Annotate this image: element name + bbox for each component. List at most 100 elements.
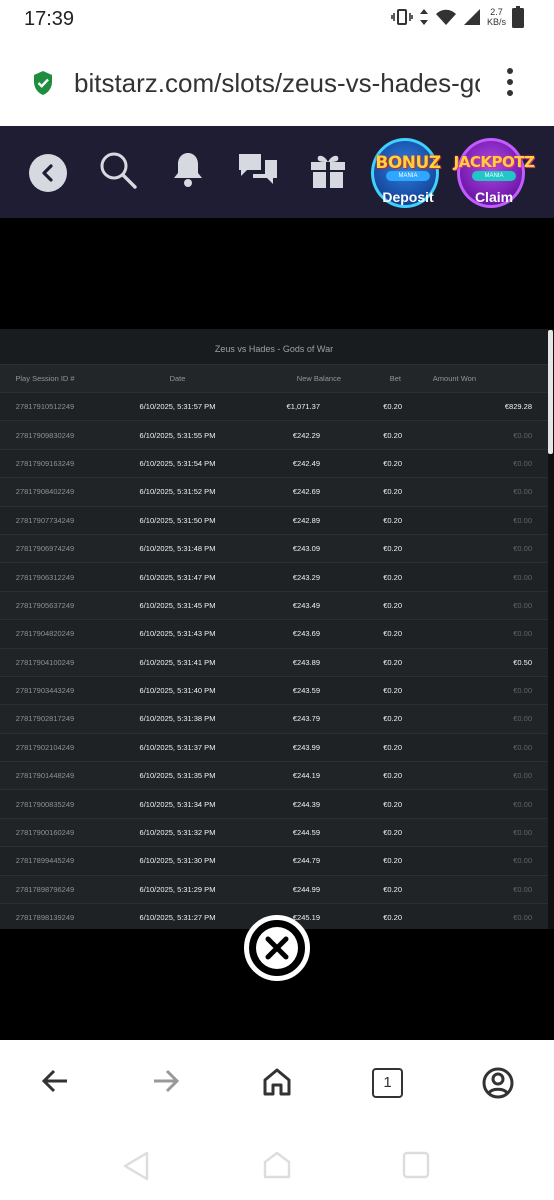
table-row: 27817900835249 6/10/2025, 5:31:34 PM €244.…	[0, 789, 548, 818]
browser-account-button[interactable]	[481, 1066, 515, 1105]
cell-date: 6/10/2025, 5:31:47 PM	[139, 572, 216, 582]
browser-home-button[interactable]	[261, 1066, 293, 1103]
cell-amount-won: €0.00	[513, 714, 532, 724]
secure-lock-icon[interactable]	[32, 70, 54, 101]
table-row: 27817908402249 6/10/2025, 5:31:52 PM €242.…	[0, 477, 548, 506]
cell-bet: €0.20	[383, 686, 402, 696]
cell-amount-won: €0.00	[513, 629, 532, 639]
cell-balance: €244.99	[292, 884, 320, 894]
cell-balance: €243.59	[292, 686, 320, 696]
back-button[interactable]	[29, 154, 67, 192]
android-nav-bar	[0, 1126, 554, 1200]
cell-amount-won: €0.00	[513, 742, 532, 752]
browser-bottom-bar	[0, 1040, 554, 1126]
cell-balance: €1,071.37	[286, 402, 320, 412]
cell-date: 6/10/2025, 5:31:54 PM	[139, 458, 216, 468]
speed-unit: KB/s	[486, 17, 506, 27]
chevron-left-icon	[42, 164, 53, 182]
cell-date: 6/10/2025, 5:31:35 PM	[139, 771, 216, 781]
column-header-session-id: Play Session ID #	[15, 374, 75, 383]
cell-amount-won: €0.00	[513, 686, 532, 696]
gifts-button[interactable]	[309, 150, 347, 195]
cell-amount-won: €0.00	[513, 544, 532, 554]
cell-session-id: 27817904820249	[15, 629, 75, 639]
cell-bet: €0.20	[383, 714, 402, 724]
column-header-bet: Bet	[389, 374, 401, 383]
cell-bet: €0.20	[383, 742, 402, 752]
url-field[interactable]: bitstarz.com/slots/zeus-vs-hades-gods-of…	[74, 68, 480, 99]
cell-bet: €0.20	[383, 771, 402, 781]
cell-date: 6/10/2025, 5:31:57 PM	[139, 402, 216, 412]
search-icon	[100, 152, 137, 189]
status-icons: 2.7 KB/s	[391, 6, 524, 28]
system-recents-button[interactable]	[401, 1150, 431, 1185]
table-row: 27817907734249 6/10/2025, 5:31:50 PM €242.…	[0, 505, 548, 534]
bonuz-subtitle: MANIA	[386, 171, 430, 181]
cell-balance: €243.89	[292, 657, 320, 667]
system-back-button[interactable]	[121, 1150, 151, 1187]
cell-amount-won: €0.00	[513, 856, 532, 866]
cell-amount-won: €829.28	[504, 402, 532, 412]
table-row: 27817902817249 6/10/2025, 5:31:38 PM €243.…	[0, 704, 548, 733]
jackpotz-mania-claim-button[interactable]: JACKPOTZ MANIA Claim	[454, 138, 535, 208]
notifications-button[interactable]	[172, 150, 204, 195]
cell-amount-won: €0.00	[513, 458, 532, 468]
browser-back-button[interactable]	[40, 1066, 70, 1101]
history-scrollbar-thumb[interactable]	[548, 330, 553, 454]
table-row: 27817901448249 6/10/2025, 5:31:35 PM €244.…	[0, 761, 548, 790]
cell-bet: €0.20	[383, 402, 402, 412]
speed-value: 2.7	[490, 7, 503, 17]
cell-date: 6/10/2025, 5:31:41 PM	[139, 657, 216, 667]
table-row: 27817904100249 6/10/2025, 5:31:41 PM €243.…	[0, 647, 548, 676]
cell-date: 6/10/2025, 5:31:55 PM	[139, 430, 216, 440]
cell-balance: €244.79	[292, 856, 320, 866]
column-header-amount-won: Amount Won	[432, 374, 476, 383]
cell-balance: €243.99	[292, 742, 320, 752]
tab-switcher-button[interactable]: 1	[372, 1068, 403, 1098]
cell-balance: €242.29	[292, 430, 320, 440]
cell-amount-won: €0.00	[513, 799, 532, 809]
browser-forward-button[interactable]	[151, 1066, 181, 1101]
column-header-new-balance: New Balance	[296, 374, 341, 383]
triangle-back-icon	[123, 1151, 149, 1181]
cell-date: 6/10/2025, 5:31:30 PM	[139, 856, 216, 866]
search-button[interactable]	[98, 150, 138, 195]
cell-balance: €242.49	[292, 458, 320, 468]
deposit-label: Deposit	[382, 189, 434, 205]
account-icon	[482, 1067, 514, 1099]
cell-session-id: 27817900160249	[15, 828, 75, 838]
history-rows: 27817910512249 6/10/2025, 5:31:57 PM €1,07…	[0, 392, 548, 929]
cell-amount-won: €0.00	[513, 771, 532, 781]
table-row: 27817898796249 6/10/2025, 5:31:29 PM €244.…	[0, 874, 548, 904]
bonuz-mania-deposit-button[interactable]: BONUZ MANIA Deposit	[371, 138, 441, 208]
cell-session-id: 27817910512249	[15, 402, 75, 412]
bonuz-title: BONUZ	[375, 153, 441, 173]
cell-balance: €244.19	[292, 771, 320, 781]
cell-date: 6/10/2025, 5:31:40 PM	[139, 686, 216, 696]
cell-session-id: 27817902817249	[15, 714, 75, 724]
cell-session-id: 27817909830249	[15, 430, 75, 440]
cell-session-id: 27817906974249	[15, 544, 75, 554]
signal-icon	[463, 8, 481, 26]
cell-date: 6/10/2025, 5:31:34 PM	[139, 799, 216, 809]
close-history-button[interactable]	[244, 915, 310, 981]
cell-date: 6/10/2025, 5:31:43 PM	[139, 629, 216, 639]
chat-icon	[239, 154, 277, 184]
cell-bet: €0.20	[383, 430, 402, 440]
cell-bet: €0.20	[383, 913, 402, 923]
chat-button[interactable]	[237, 150, 279, 195]
table-row: 27817899445249 6/10/2025, 5:31:30 PM €244.…	[0, 846, 548, 875]
gift-icon	[311, 155, 345, 188]
game-history-panel: Zeus vs Hades - Gods of War Play Session…	[0, 329, 548, 929]
cell-session-id: 27817898796249	[15, 884, 75, 894]
browser-menu-icon[interactable]	[502, 68, 518, 98]
system-home-button[interactable]	[262, 1150, 292, 1185]
table-row: 27817902104249 6/10/2025, 5:31:37 PM €243.…	[0, 732, 548, 762]
browser-url-bar: bitstarz.com/slots/zeus-vs-hades-gods-of…	[0, 38, 554, 126]
cell-bet: €0.20	[383, 458, 402, 468]
table-row: 27817903443249 6/10/2025, 5:31:40 PM €243.…	[0, 675, 548, 705]
cell-balance: €243.69	[292, 629, 320, 639]
wifi-icon	[435, 8, 457, 26]
cell-amount-won: €0.00	[513, 884, 532, 894]
cell-bet: €0.20	[383, 629, 402, 639]
